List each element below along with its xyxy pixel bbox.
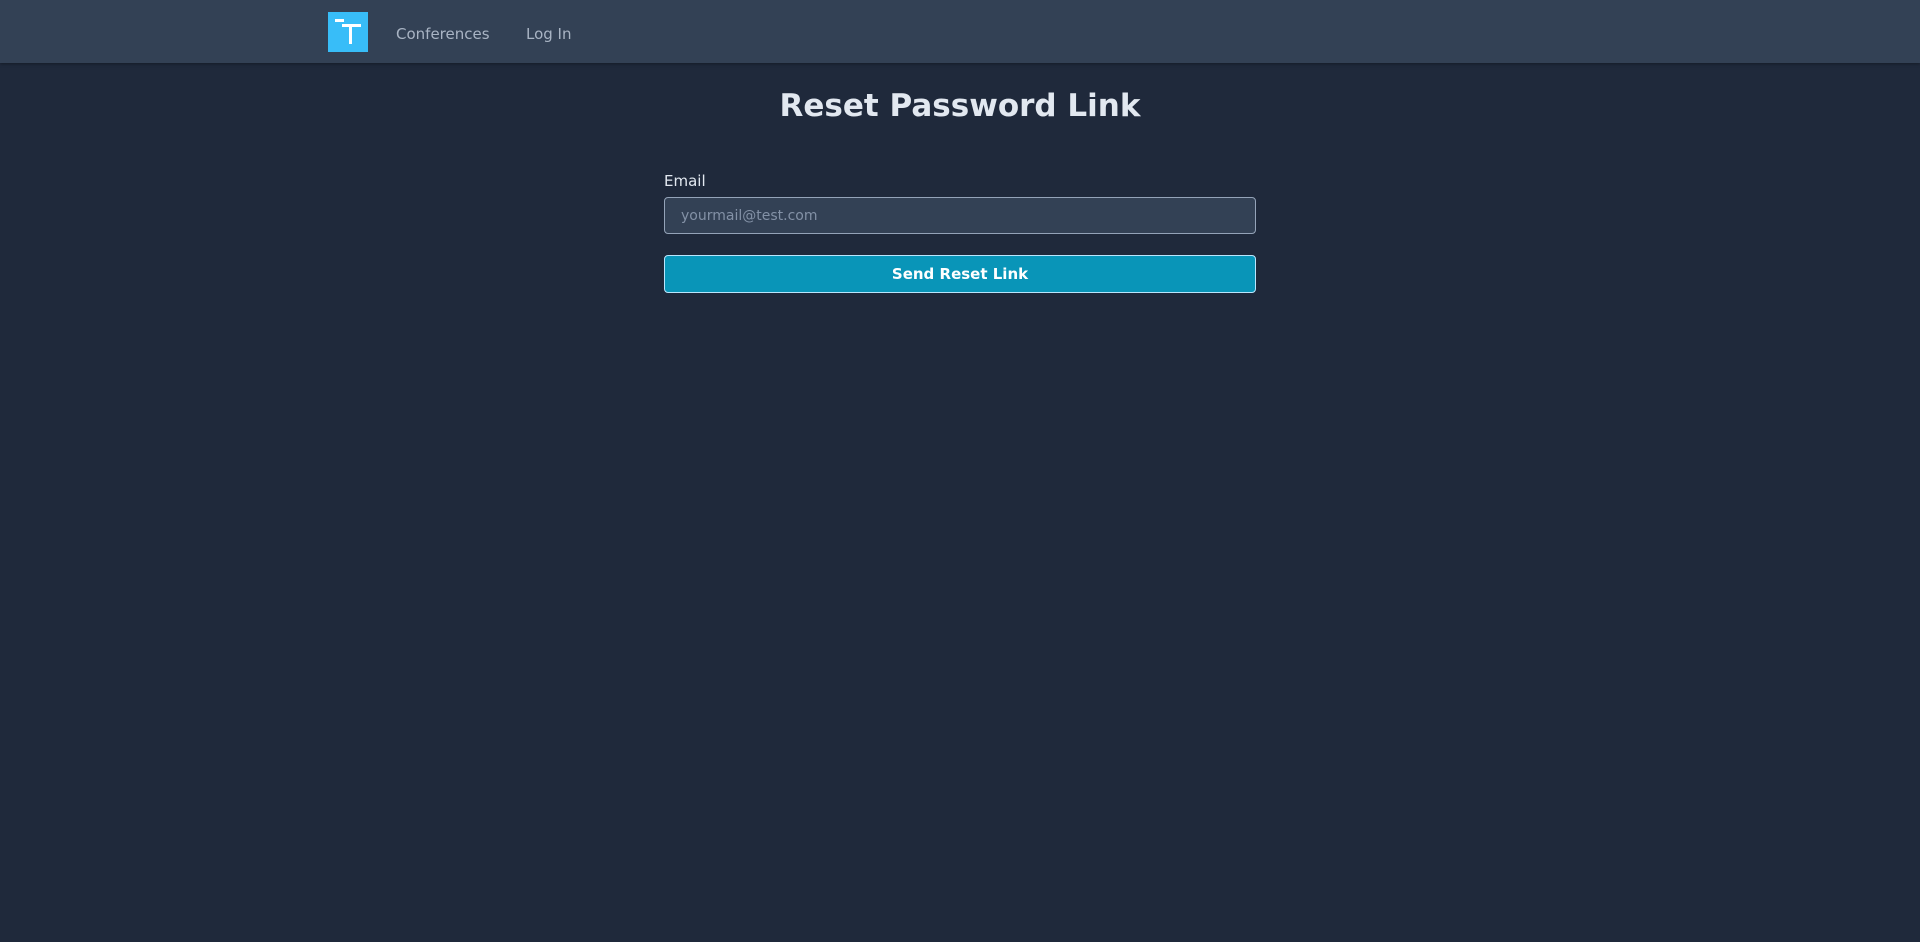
nav-link-conferences[interactable]: Conferences xyxy=(396,24,490,44)
email-field[interactable] xyxy=(664,197,1256,234)
t-logo-icon xyxy=(335,19,361,44)
navbar: Conferences Log In xyxy=(0,0,1920,63)
reset-password-form: Email Send Reset Link xyxy=(664,170,1256,293)
nav-link-log-in[interactable]: Log In xyxy=(526,24,572,44)
page-title: Reset Password Link xyxy=(779,88,1141,124)
logo[interactable] xyxy=(328,12,368,52)
email-label: Email xyxy=(664,172,706,190)
send-reset-link-button[interactable]: Send Reset Link xyxy=(664,255,1256,293)
